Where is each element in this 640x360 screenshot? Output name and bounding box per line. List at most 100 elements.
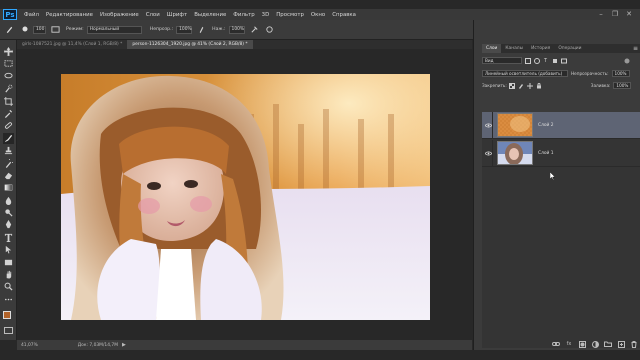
tab-document-2[interactable]: person-1126304_1920.jpg @ 41% (Слой 2, R… — [127, 40, 253, 49]
layer-opacity-field[interactable]: 100% — [611, 70, 630, 77]
flow-label: Наж.: — [212, 27, 226, 32]
adjustment-icon[interactable] — [591, 340, 599, 348]
fill-label: Заливка: — [590, 83, 611, 88]
path-selection-tool-icon[interactable] — [3, 244, 14, 255]
zoom-level[interactable]: 41,07% — [21, 343, 38, 348]
crop-tool-icon[interactable] — [3, 96, 14, 107]
tab-history[interactable]: История — [527, 44, 554, 53]
tab-actions[interactable]: Операции — [554, 44, 585, 53]
layers-panel-tabs: Слои Каналы История Операции ≡ — [482, 44, 640, 53]
history-brush-tool-icon[interactable] — [3, 158, 14, 169]
menu-filter[interactable]: Фильтр — [233, 12, 254, 18]
airbrush-icon[interactable] — [249, 24, 260, 35]
lock-pixels-icon[interactable] — [518, 82, 525, 89]
pressure-size-icon[interactable] — [264, 24, 275, 35]
filter-shape-icon[interactable] — [551, 57, 558, 64]
foreground-color-swatch[interactable] — [3, 311, 11, 319]
layers-list: Слой 2 Слой 1 — [482, 111, 640, 348]
brush-tool-icon[interactable] — [2, 132, 14, 144]
quick-mask-icon[interactable] — [4, 327, 13, 334]
trash-icon[interactable] — [630, 340, 638, 348]
healing-brush-tool-icon[interactable] — [3, 120, 14, 131]
lock-position-icon[interactable] — [527, 82, 534, 89]
fx-icon[interactable]: fx — [565, 340, 573, 348]
folder-icon[interactable] — [604, 340, 612, 348]
brush-size-field[interactable]: 100 — [33, 25, 46, 34]
menu-select[interactable]: Выделение — [194, 12, 226, 18]
canvas-area[interactable] — [17, 49, 472, 340]
blend-mode-select[interactable]: Линейный осветлитель (добавить) — [482, 70, 568, 77]
status-menu-arrow-icon[interactable]: ▶ — [122, 342, 126, 348]
close-button[interactable]: ✕ — [625, 10, 633, 18]
filter-adjustment-icon[interactable] — [533, 57, 540, 64]
marquee-tool-icon[interactable] — [3, 58, 14, 69]
menu-3d[interactable]: 3D — [262, 12, 270, 18]
rectangle-tool-icon[interactable] — [3, 257, 14, 268]
gradient-tool-icon[interactable] — [3, 182, 14, 193]
move-tool-icon[interactable] — [3, 46, 14, 57]
layer-row[interactable]: Слой 2 — [482, 111, 640, 139]
menu-file[interactable]: Файл — [24, 12, 39, 18]
menu-window[interactable]: Окно — [311, 12, 325, 18]
filter-toggle-icon[interactable] — [623, 57, 630, 64]
mode-select[interactable]: Нормальный — [86, 25, 142, 34]
pressure-opacity-icon[interactable] — [196, 24, 207, 35]
minimize-button[interactable]: – — [597, 10, 605, 18]
menu-view[interactable]: Просмотр — [276, 12, 304, 18]
layer-filter-select[interactable]: Вид — [482, 57, 522, 64]
lock-row: Закрепить: Заливка: 100% — [482, 80, 640, 91]
quick-selection-tool-icon[interactable] — [3, 83, 14, 94]
layer-filter-row: Вид T — [482, 55, 640, 66]
menu-help[interactable]: Справка — [332, 12, 356, 18]
mouse-cursor-icon — [550, 172, 555, 180]
status-bar: 41,07% Док: 7,03M/14,7M ▶ — [17, 340, 472, 350]
filter-type-icon[interactable]: T — [542, 57, 549, 64]
opacity-field[interactable]: 100% — [176, 25, 193, 34]
filter-pixel-icon[interactable] — [524, 57, 531, 64]
tools-panel — [0, 40, 17, 340]
mask-icon[interactable] — [578, 340, 586, 348]
clone-stamp-tool-icon[interactable] — [3, 145, 14, 156]
hand-tool-icon[interactable] — [3, 269, 14, 280]
more-tools-icon[interactable] — [3, 294, 14, 305]
layer-thumbnail — [497, 141, 533, 165]
layer-row[interactable]: Слой 1 — [482, 139, 640, 167]
photoshop-window: Ps Файл Редактирование Изображение Слои … — [0, 0, 640, 360]
brush-preset-icon[interactable] — [19, 24, 30, 35]
tab-layers[interactable]: Слои — [482, 44, 502, 53]
new-layer-icon[interactable] — [617, 340, 625, 348]
tab-channels[interactable]: Каналы — [501, 44, 527, 53]
panel-menu-icon[interactable]: ≡ — [633, 44, 638, 53]
visibility-eye-icon[interactable] — [484, 139, 493, 167]
blur-tool-icon[interactable] — [3, 195, 14, 206]
brush-tool-icon[interactable] — [4, 24, 15, 35]
dodge-tool-icon[interactable] — [3, 207, 14, 218]
fill-field[interactable]: 100% — [613, 82, 632, 89]
menu-layers[interactable]: Слои — [146, 12, 160, 18]
layer-name[interactable]: Слой 2 — [538, 123, 554, 128]
flow-field[interactable]: 100% — [228, 25, 245, 34]
eyedropper-tool-icon[interactable] — [3, 108, 14, 119]
eraser-tool-icon[interactable] — [3, 170, 14, 181]
type-tool-icon[interactable] — [3, 232, 14, 243]
pen-tool-icon[interactable] — [3, 219, 14, 230]
document-info: Док: 7,03M/14,7M — [77, 342, 119, 348]
app-logo: Ps — [3, 9, 17, 20]
link-icon[interactable] — [552, 340, 560, 348]
tab-document-1[interactable]: girls-1087521.jpg @ 11,4% (Слой 1, RGB/8… — [17, 40, 127, 49]
brush-panel-icon[interactable] — [50, 24, 61, 35]
zoom-tool-icon[interactable] — [3, 281, 14, 292]
lasso-tool-icon[interactable] — [3, 71, 14, 82]
mode-label: Режим: — [66, 27, 84, 32]
layer-name[interactable]: Слой 1 — [538, 151, 554, 156]
document-photo[interactable] — [61, 74, 430, 320]
menu-edit[interactable]: Редактирование — [46, 12, 93, 18]
visibility-eye-icon[interactable] — [484, 111, 493, 139]
menu-image[interactable]: Изображение — [100, 12, 139, 18]
lock-transparent-icon[interactable] — [509, 82, 516, 89]
restore-button[interactable]: ❐ — [611, 10, 619, 18]
menu-type[interactable]: Шрифт — [167, 12, 187, 18]
blend-row: Линейный осветлитель (добавить) Непрозра… — [482, 68, 640, 79]
lock-all-icon[interactable] — [536, 82, 543, 89]
filter-smart-object-icon[interactable] — [560, 57, 567, 64]
